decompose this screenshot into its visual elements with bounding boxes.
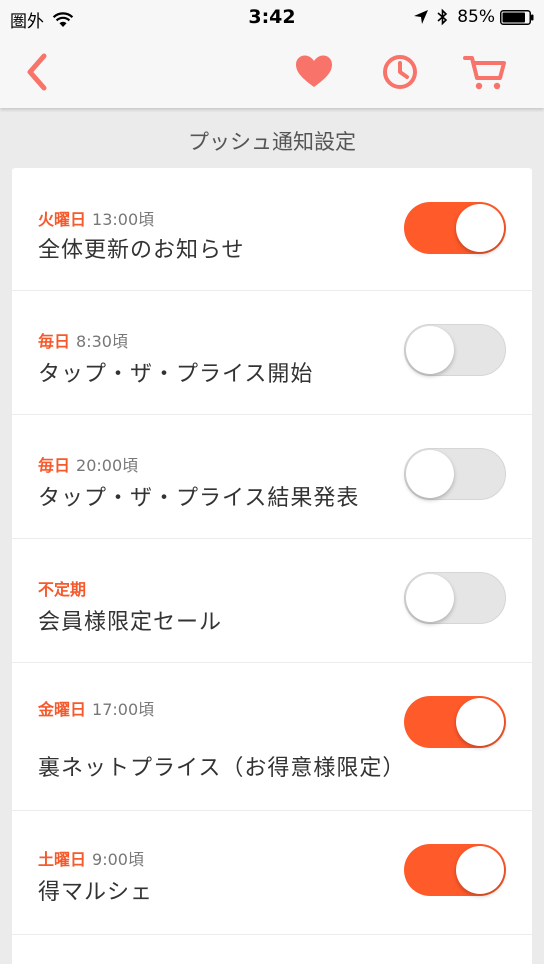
back-button[interactable] [20, 50, 56, 94]
cart-icon [463, 56, 506, 90]
row-schedule: 毎日 20:00頃 [38, 452, 138, 476]
row-day: 毎日 [38, 332, 71, 351]
row-time: 8:30頃 [76, 332, 128, 351]
row-schedule: 火曜日 13:00頃 [38, 206, 154, 230]
notification-row: 不定期 会員様限定セール [12, 538, 532, 663]
row-label: タップ・ザ・プライス開始 [38, 362, 314, 387]
battery-percent: 85% [457, 7, 495, 27]
notification-toggle[interactable] [404, 572, 506, 624]
row-time: 13:00頃 [92, 210, 155, 229]
row-label: 全体更新のお知らせ [38, 238, 245, 263]
notification-row: 金曜日 17:00頃 裏ネットプライス（お得意様限定） [12, 662, 532, 811]
cart-button[interactable] [462, 50, 508, 94]
toggle-knob [406, 450, 454, 498]
clock-icon [383, 55, 417, 89]
notification-row: 火曜日 13:00頃 全体更新のお知らせ [12, 168, 532, 291]
screen: 圏外 3:42 85% プッシュ通知設定 火曜日 13:00頃 全体更新のお知ら… [0, 0, 544, 964]
row-time: 17:00頃 [92, 700, 155, 719]
notification-settings-card: 火曜日 13:00頃 全体更新のお知らせ 毎日 8:30頃 タップ・ザ・プライス開始… [12, 168, 532, 964]
toggle-knob [456, 698, 504, 746]
row-schedule: 金曜日 17:00頃 [38, 696, 154, 720]
row-time: 9:00頃 [92, 850, 144, 869]
heart-icon [296, 55, 332, 87]
location-arrow-icon [414, 10, 429, 24]
notification-toggle[interactable] [404, 696, 506, 748]
page-title: プッシュ通知設定 [188, 130, 356, 154]
toggle-knob [406, 574, 454, 622]
row-time: 20:00頃 [76, 456, 139, 475]
row-label: タップ・ザ・プライス結果発表 [38, 486, 360, 511]
notification-toggle[interactable] [404, 448, 506, 500]
toggle-knob [456, 204, 504, 252]
notification-toggle[interactable] [404, 324, 506, 376]
notification-row: 毎日 8:30頃 タップ・ザ・プライス開始 [12, 290, 532, 415]
toggle-knob [406, 326, 454, 374]
bluetooth-icon [437, 8, 448, 26]
row-schedule: 不定期 [38, 576, 92, 600]
row-day: 毎日 [38, 456, 71, 475]
row-label: 会員様限定セール [38, 610, 223, 635]
notification-row: 土曜日 9:00頃 得マルシェ [12, 810, 532, 935]
status-bar: 圏外 3:42 85% [0, 0, 544, 36]
row-schedule: 土曜日 9:00頃 [38, 846, 144, 870]
row-day: 不定期 [38, 580, 87, 599]
notification-row: 毎日 20:00頃 タップ・ザ・プライス結果発表 [12, 414, 532, 539]
row-schedule: 毎日 8:30頃 [38, 328, 128, 352]
row-label: 得マルシェ [38, 880, 154, 905]
row-day: 土曜日 [38, 850, 87, 869]
battery-icon [500, 9, 534, 25]
nav-bar [0, 36, 544, 108]
history-button[interactable] [380, 50, 420, 94]
favorites-button[interactable] [294, 52, 334, 92]
notification-toggle[interactable] [404, 844, 506, 896]
toggle-knob [456, 846, 504, 894]
row-day: 火曜日 [38, 210, 87, 229]
notification-toggle[interactable] [404, 202, 506, 254]
back-chevron-icon [27, 53, 47, 91]
row-label: 裏ネットプライス（お得意様限定） [38, 756, 406, 781]
row-day: 金曜日 [38, 700, 87, 719]
status-right: 85% [413, 7, 534, 27]
